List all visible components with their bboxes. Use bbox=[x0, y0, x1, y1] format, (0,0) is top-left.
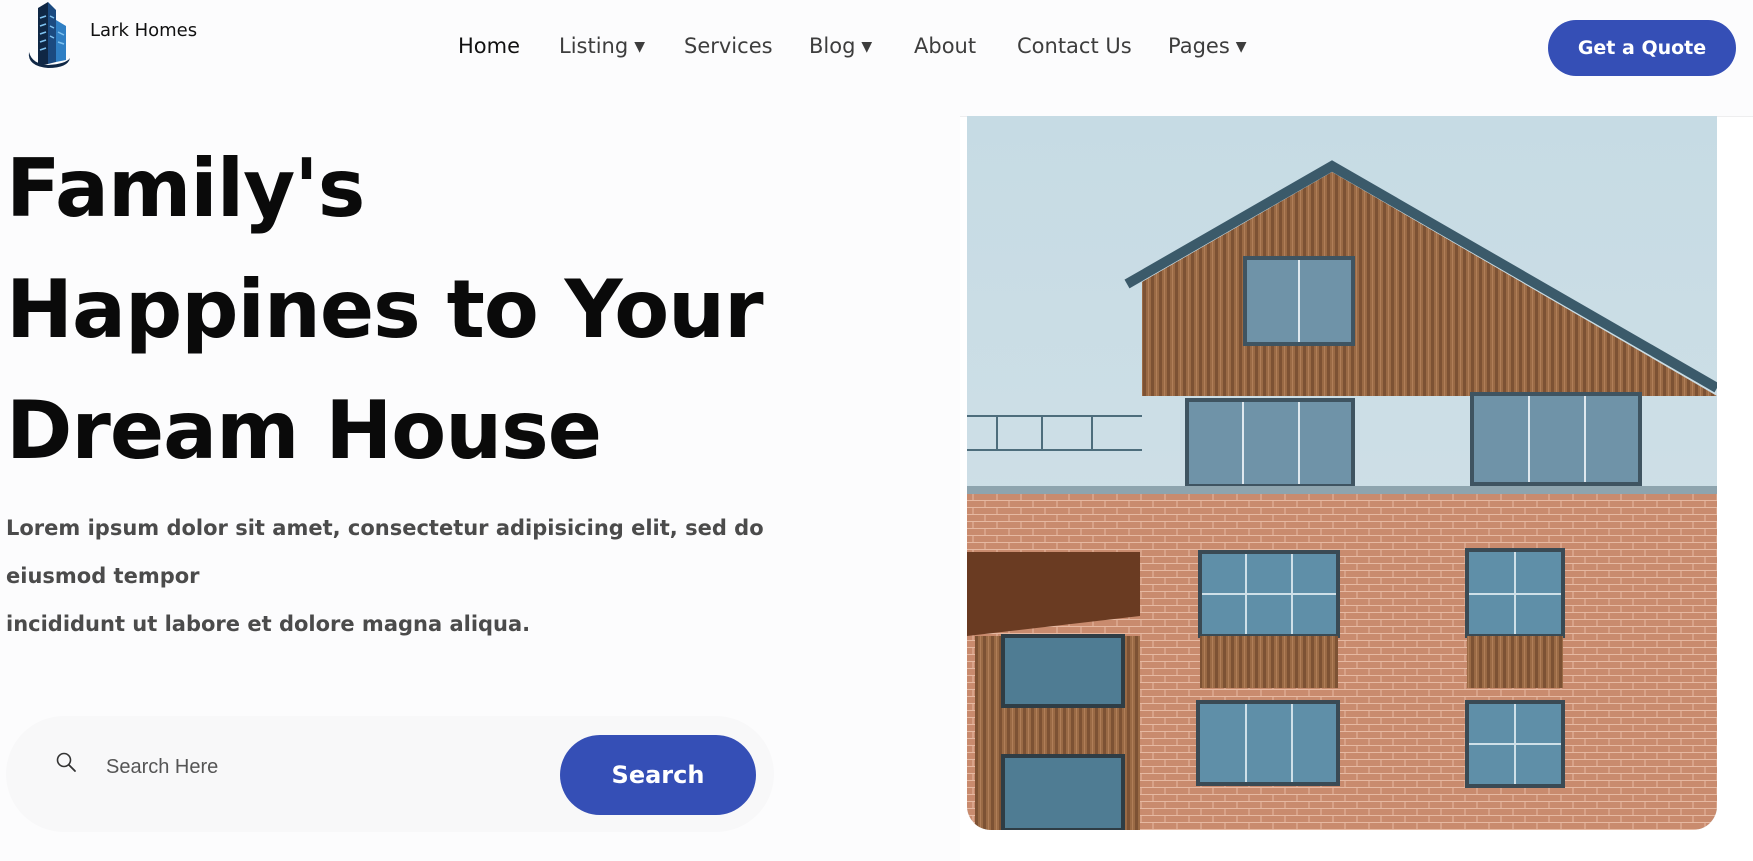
get-a-quote-button[interactable]: Get a Quote bbox=[1548, 20, 1736, 76]
caret-down-icon: ▼ bbox=[1235, 39, 1247, 55]
nav-item-contact-us[interactable]: Contact Us bbox=[1017, 30, 1132, 62]
hero-description-line: Lorem ipsum dolor sit amet, consectetur … bbox=[6, 516, 764, 540]
hero-description-line: incididunt ut labore et dolore magna ali… bbox=[6, 612, 531, 636]
hero-title-line: Family's bbox=[6, 142, 365, 235]
caret-down-icon: ▼ bbox=[634, 39, 645, 55]
nav-item-services[interactable]: Services bbox=[684, 30, 773, 62]
nav-item-listing[interactable]: Listing ▼ bbox=[559, 30, 645, 63]
nav-item-home[interactable]: Home bbox=[458, 30, 520, 62]
hero-description: Lorem ipsum dolor sit amet, consectetur … bbox=[6, 504, 766, 648]
hero-title-line: Happines to Your bbox=[6, 263, 764, 356]
hero-title-line: Dream House bbox=[6, 384, 602, 477]
nav-item-pages[interactable]: Pages ▼ bbox=[1168, 30, 1247, 63]
search-bar: Search bbox=[6, 716, 774, 832]
site-header: Lark Homes Home Listing ▼ Services Blog ▼ … bbox=[0, 0, 1753, 117]
search-input[interactable] bbox=[104, 746, 528, 788]
nav-item-label: Home bbox=[458, 34, 521, 58]
hero-title: Family's Happines to Your Dream House bbox=[6, 128, 866, 491]
caret-down-icon: ▼ bbox=[861, 39, 873, 55]
nav-item-blog[interactable]: Blog ▼ bbox=[809, 30, 872, 63]
search-icon bbox=[56, 752, 76, 772]
search-button[interactable]: Search bbox=[560, 735, 756, 815]
nav-item-label: Listing bbox=[559, 34, 629, 58]
nav-item-label: Services bbox=[684, 34, 773, 58]
building-logo-icon[interactable] bbox=[26, 2, 72, 70]
nav-item-label: Contact Us bbox=[1017, 34, 1132, 58]
brand-name[interactable]: Lark Homes bbox=[90, 20, 197, 41]
nav-item-label: About bbox=[914, 34, 977, 58]
nav-item-label: Blog bbox=[809, 34, 856, 58]
hero-house-image bbox=[967, 116, 1717, 830]
hero-description-line: eiusmod tempor bbox=[6, 564, 200, 588]
nav-item-about[interactable]: About bbox=[914, 30, 976, 62]
nav-item-label: Pages bbox=[1168, 34, 1230, 58]
